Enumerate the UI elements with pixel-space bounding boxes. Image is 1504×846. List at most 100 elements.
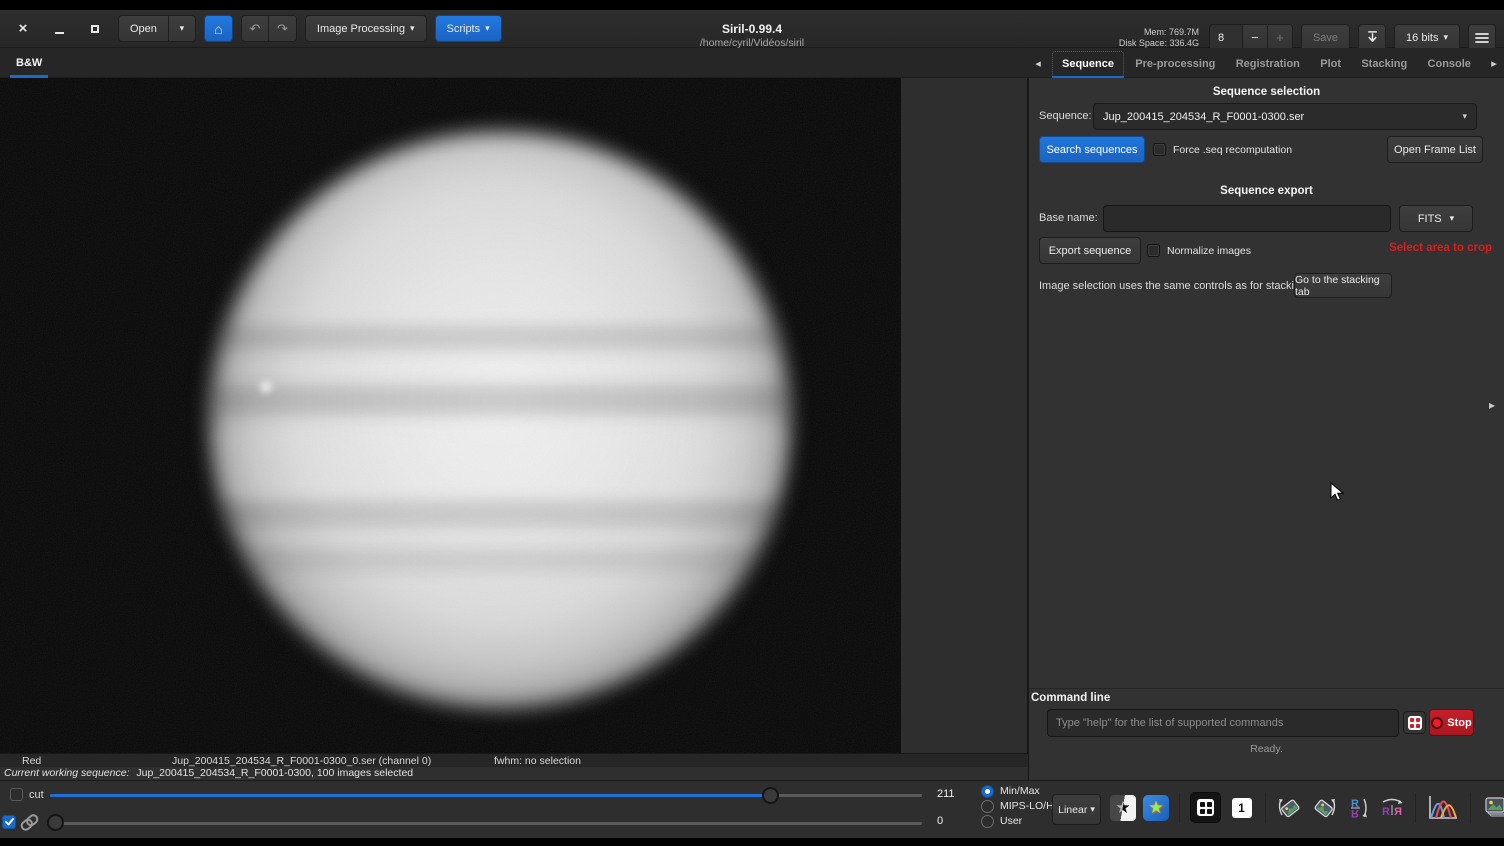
radio-minmax[interactable] bbox=[981, 785, 994, 798]
maximize-icon[interactable] bbox=[84, 18, 106, 40]
home-icon: ⌂ bbox=[214, 20, 223, 37]
scripts-menu-button[interactable]: Scripts ▾ bbox=[434, 15, 502, 42]
star-finder-icon[interactable]: ★ bbox=[1143, 794, 1169, 821]
star-detection-toggle-icon[interactable]: ★ bbox=[1110, 794, 1136, 821]
arrow-right-icon: ▸ bbox=[1491, 57, 1497, 70]
image-list-button[interactable] bbox=[1481, 794, 1504, 821]
save-button[interactable]: Save bbox=[1300, 24, 1351, 51]
svg-text:R: R bbox=[1394, 806, 1402, 818]
lo-value: 0 bbox=[937, 815, 944, 827]
tab-row: B&W ◂ Sequence Pre-processing Registrati… bbox=[0, 48, 1504, 79]
header-bar: × Open ▾ ⌂ ↶ ↷ Image Processing ▾ Scripts… bbox=[0, 10, 1504, 51]
chevron-down-icon: ▾ bbox=[1443, 32, 1448, 42]
status-ready-label: Ready. bbox=[1250, 743, 1283, 755]
tab-sequence[interactable]: Sequence bbox=[1052, 51, 1124, 79]
chevron-down-icon: ▾ bbox=[1462, 111, 1467, 121]
force-recompute-checkbox[interactable] bbox=[1153, 143, 1166, 156]
flip-vertical-button[interactable]: R R bbox=[1344, 794, 1371, 821]
search-sequences-button[interactable]: Search sequences bbox=[1039, 136, 1145, 163]
tab-plot[interactable]: Plot bbox=[1311, 51, 1350, 77]
hi-slider-handle[interactable] bbox=[762, 787, 779, 804]
hi-value: 211 bbox=[937, 788, 955, 800]
sequence-selection-heading: Sequence selection bbox=[1212, 86, 1321, 98]
go-to-stacking-button[interactable]: Go to the stacking tab bbox=[1294, 273, 1392, 298]
save-as-button[interactable] bbox=[1358, 24, 1387, 51]
tabs-scroll-left-button[interactable]: ◂ bbox=[1028, 57, 1048, 70]
base-name-input[interactable] bbox=[1103, 205, 1391, 232]
hamburger-icon bbox=[1475, 32, 1489, 43]
chevron-down-icon: ▾ bbox=[179, 23, 185, 33]
lo-slider-track[interactable] bbox=[48, 822, 922, 825]
bit-depth-dropdown[interactable]: 16 bits ▾ bbox=[1394, 24, 1460, 51]
grid-view-icon bbox=[1197, 799, 1214, 816]
sequence-panel: Sequence selection Sequence: Jup_200415_… bbox=[1028, 78, 1504, 780]
canvas-area bbox=[0, 78, 1028, 753]
command-input[interactable] bbox=[1047, 709, 1399, 737]
frame-spinner: 8 − + bbox=[1208, 24, 1293, 51]
menu-button[interactable] bbox=[1468, 24, 1496, 51]
mem-label: Mem: 769.7M bbox=[1143, 26, 1199, 37]
crop-warning-text: Select area to crop bbox=[1389, 242, 1492, 254]
base-name-label: Base name: bbox=[1039, 212, 1098, 224]
hi-slider-track[interactable] bbox=[50, 794, 922, 797]
spinner-plus-button[interactable]: + bbox=[1266, 25, 1292, 50]
export-format-dropdown[interactable]: FITS ▾ bbox=[1399, 205, 1473, 232]
command-line-heading: Command line bbox=[1031, 692, 1111, 704]
force-recompute-checkline: Force .seq recomputation bbox=[1153, 143, 1292, 156]
image-processing-menu-button[interactable]: Image Processing ▾ bbox=[304, 15, 427, 42]
undo-icon: ↶ bbox=[249, 20, 261, 36]
radio-user[interactable] bbox=[981, 815, 994, 828]
flip-horizontal-button[interactable]: R R bbox=[1378, 794, 1405, 821]
open-button[interactable]: Open bbox=[118, 15, 169, 42]
chain-link-icon bbox=[19, 812, 40, 838]
tab-pre-processing[interactable]: Pre-processing bbox=[1126, 51, 1224, 77]
normalize-checkline: Normalize images bbox=[1147, 244, 1251, 257]
tab-console[interactable]: Console bbox=[1419, 51, 1480, 77]
image-viewport[interactable] bbox=[0, 78, 901, 753]
rotate-left-icon bbox=[1278, 798, 1299, 817]
minimize-icon[interactable] bbox=[48, 18, 70, 40]
tab-stacking[interactable]: Stacking bbox=[1352, 51, 1416, 77]
lo-slider-handle[interactable] bbox=[47, 814, 64, 831]
sequence-combobox[interactable]: Jup_200415_204534_R_F0001-0300.ser ▾ bbox=[1093, 103, 1477, 130]
rotate-right-icon bbox=[1314, 798, 1335, 817]
right-panel-tabs: ◂ Sequence Pre-processing Registration P… bbox=[1028, 48, 1504, 79]
grid-view-button[interactable] bbox=[1190, 792, 1221, 823]
rotate-left-button[interactable] bbox=[1276, 794, 1303, 821]
home-button[interactable]: ⌂ bbox=[203, 15, 233, 42]
sequence-label: Sequence: bbox=[1039, 110, 1092, 122]
single-view-button[interactable]: 1 bbox=[1228, 794, 1255, 821]
cut-checkbox[interactable] bbox=[10, 788, 23, 801]
radio-mips[interactable] bbox=[981, 800, 994, 813]
single-view-icon: 1 bbox=[1231, 797, 1252, 818]
stop-button[interactable]: Stop bbox=[1429, 709, 1474, 736]
spinner-minus-button[interactable]: − bbox=[1241, 25, 1267, 50]
download-icon bbox=[1367, 31, 1377, 42]
scale-mode-dropdown[interactable]: Linear ▾ bbox=[1052, 794, 1101, 825]
panel-expander-arrow[interactable]: ▸ bbox=[1489, 398, 1495, 412]
chevron-down-icon: ▾ bbox=[485, 23, 490, 33]
working-sequence-value: Jup_200415_204534_R_F0001-0300, 100 imag… bbox=[136, 767, 414, 779]
tabs-scroll-right-button[interactable]: ▸ bbox=[1484, 57, 1504, 70]
viewer-tab-bw[interactable]: B&W bbox=[10, 48, 49, 78]
export-sequence-button[interactable]: Export sequence bbox=[1039, 237, 1141, 264]
histogram-button[interactable] bbox=[1426, 794, 1460, 821]
image-stack-icon bbox=[1485, 796, 1504, 817]
undo-button[interactable]: ↶ bbox=[240, 15, 269, 42]
chevron-down-icon: ▾ bbox=[409, 23, 415, 33]
viewer-toolbar: ★ ★ 1 R R R R bbox=[1110, 792, 1504, 823]
check-icon bbox=[4, 818, 14, 826]
arrow-left-icon: ◂ bbox=[1035, 57, 1041, 70]
redo-button[interactable]: ↷ bbox=[268, 15, 297, 42]
link-sliders-checkbox[interactable] bbox=[2, 815, 16, 829]
channel-label: Red bbox=[22, 755, 42, 767]
normalize-checkbox[interactable] bbox=[1147, 244, 1160, 257]
open-recent-dropdown-button[interactable]: ▾ bbox=[168, 15, 196, 42]
tab-registration[interactable]: Registration bbox=[1227, 51, 1309, 77]
rotate-right-button[interactable] bbox=[1310, 794, 1337, 821]
command-history-button[interactable] bbox=[1403, 711, 1426, 734]
frame-spinner-value[interactable]: 8 bbox=[1210, 25, 1242, 50]
open-frame-list-button[interactable]: Open Frame List bbox=[1387, 136, 1483, 163]
close-icon[interactable]: × bbox=[12, 18, 34, 40]
svg-text:R: R bbox=[1382, 806, 1390, 818]
